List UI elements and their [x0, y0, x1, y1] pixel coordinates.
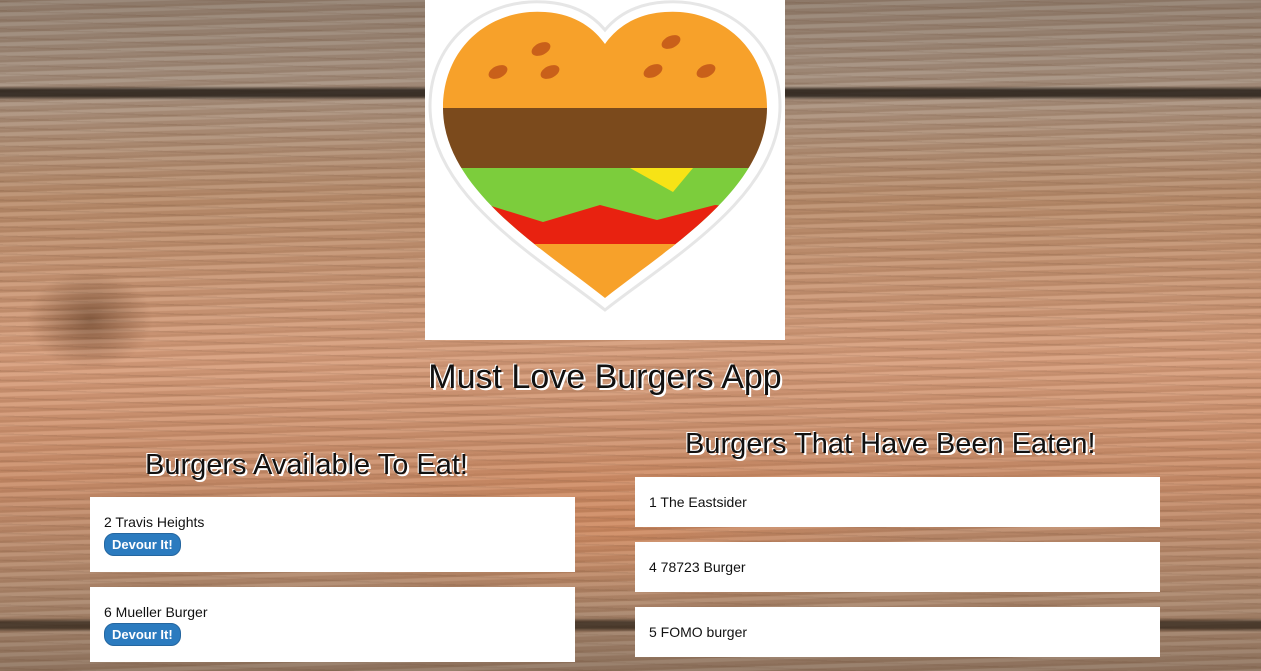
burger-name: 2 Travis Heights: [104, 514, 205, 530]
page: { "app": { "title": "Must Love Burgers A…: [0, 0, 1261, 671]
burger-name: 4 78723 Burger: [649, 559, 746, 575]
burger-name: 5 FOMO burger: [649, 624, 748, 640]
devour-button[interactable]: Devour It!: [104, 623, 181, 646]
devour-button[interactable]: Devour It!: [104, 533, 181, 556]
burger-name: 6 Mueller Burger: [104, 604, 208, 620]
burger-heart-icon: [428, 0, 782, 312]
eaten-burger-item: 4 78723 Burger: [635, 542, 1160, 592]
burger-name: 1 The Eastsider: [649, 494, 747, 510]
page-title: Must Love Burgers App: [428, 358, 782, 396]
available-burger-item: 6 Mueller Burger Devour It!: [90, 587, 575, 662]
eaten-burger-item: 5 FOMO burger: [635, 607, 1160, 657]
logo-image: [425, 0, 785, 340]
eaten-burger-item: 1 The Eastsider: [635, 477, 1160, 527]
available-burger-item: 2 Travis Heights Devour It!: [90, 497, 575, 572]
eaten-heading: Burgers That Have Been Eaten!: [685, 428, 1096, 460]
available-heading: Burgers Available To Eat!: [145, 449, 468, 481]
